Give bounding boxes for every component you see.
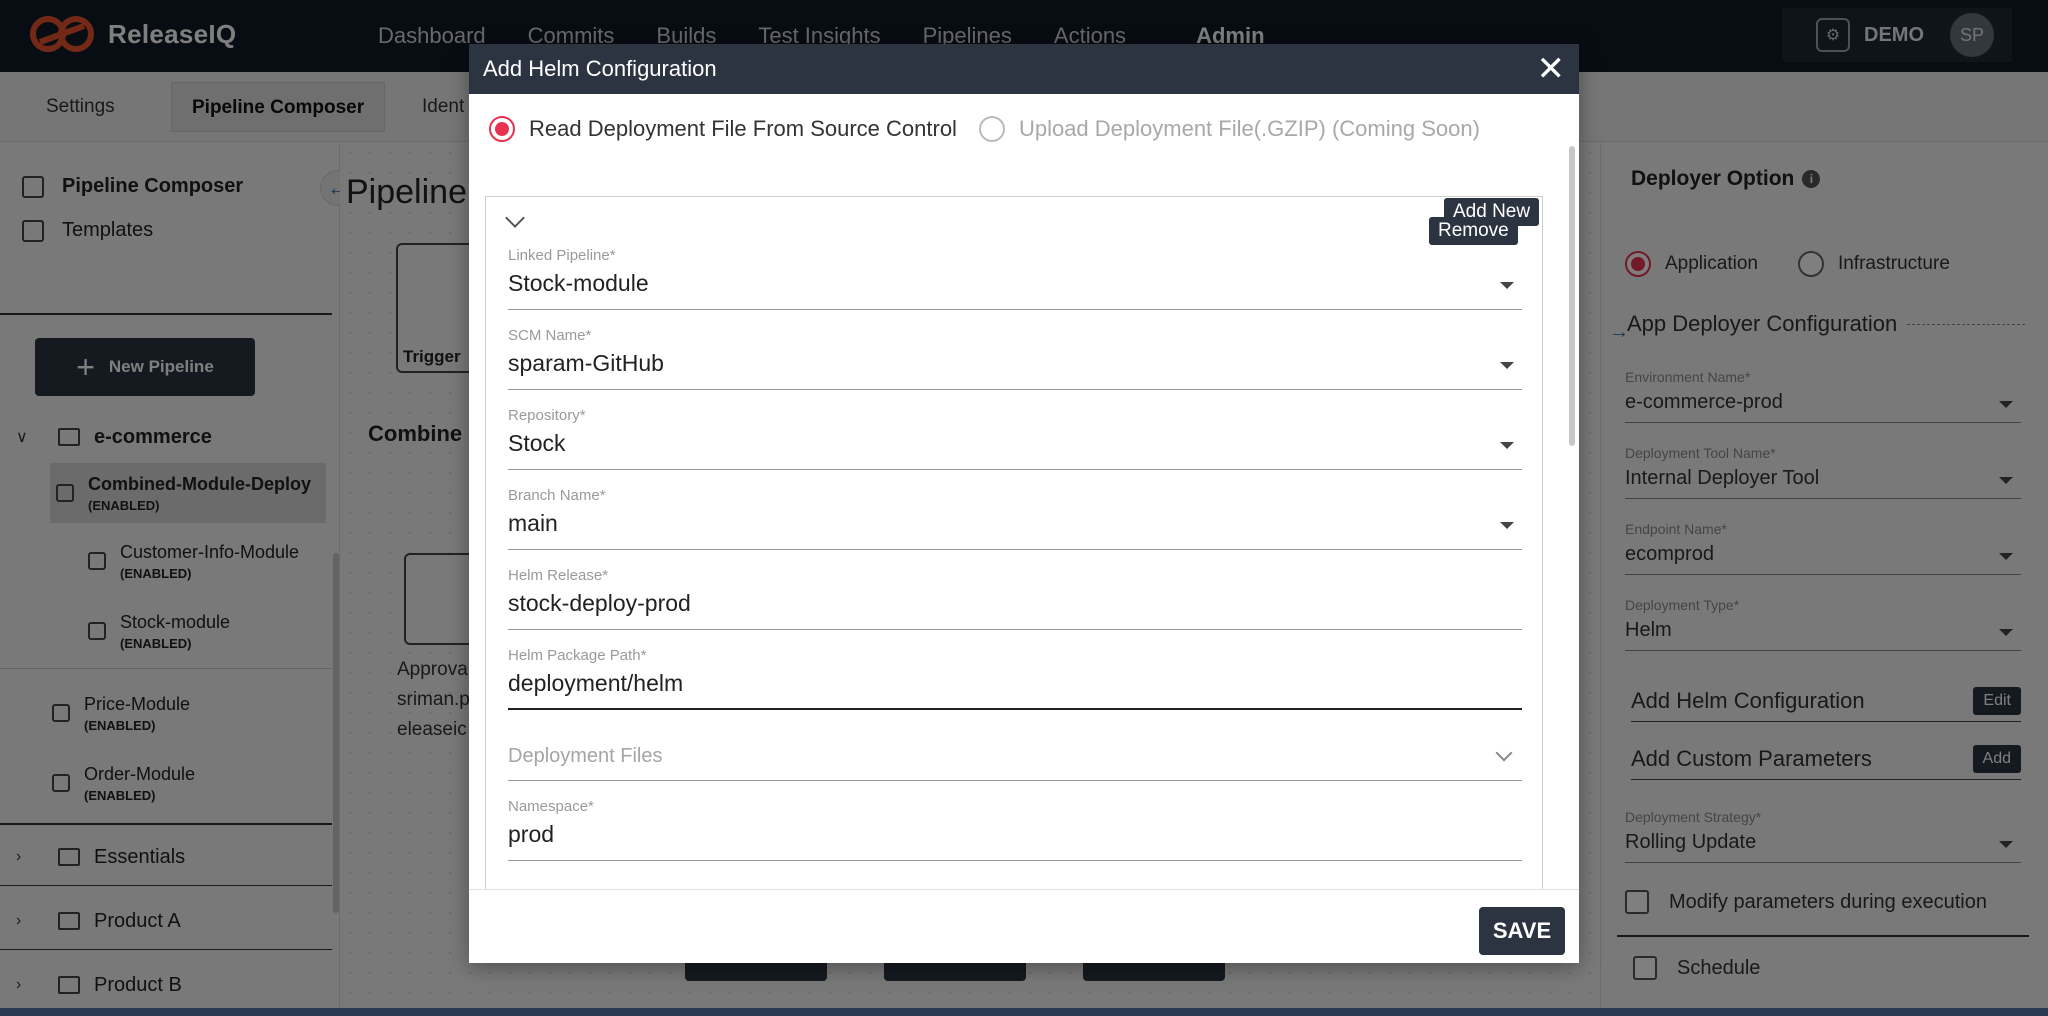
field-value: Deployment Files bbox=[508, 741, 1522, 781]
placeholder-text: Deployment Files bbox=[508, 745, 663, 767]
dialog-title: Add Helm Configuration bbox=[483, 56, 717, 81]
value-text: main bbox=[508, 510, 558, 536]
field-label: Branch Name* bbox=[508, 487, 606, 504]
save-button[interactable]: SAVE bbox=[1479, 907, 1565, 955]
app-root: ReleaseIQ Dashboard Commits Builds Test … bbox=[0, 0, 2048, 1016]
caret-down-icon bbox=[1500, 522, 1514, 529]
helm-config-dialog: Add Helm Configuration ✕ Read Deployment… bbox=[469, 44, 1579, 963]
dialog-body: Read Deployment File From Source Control… bbox=[469, 94, 1579, 889]
field-label: Helm Release* bbox=[508, 567, 609, 584]
source-radio-group: Read Deployment File From Source Control… bbox=[489, 116, 1480, 142]
radio-source-control[interactable] bbox=[489, 116, 515, 142]
close-icon[interactable]: ✕ bbox=[1537, 52, 1566, 86]
field-value: sparam-GitHub bbox=[508, 350, 1522, 390]
field-value: stock-deploy-prod bbox=[508, 590, 1522, 630]
dialog-scrollbar[interactable] bbox=[1569, 146, 1575, 446]
dialog-header: Add Helm Configuration ✕ bbox=[469, 44, 1579, 94]
field-value: deployment/helm bbox=[508, 670, 1522, 710]
field-value: prod bbox=[508, 821, 1522, 861]
field-value: Stock-module bbox=[508, 270, 1522, 310]
helm-release-input[interactable]: Helm Release* stock-deploy-prod bbox=[508, 567, 1522, 630]
value-text: Stock-module bbox=[508, 270, 649, 296]
value-text: deployment/helm bbox=[508, 670, 684, 696]
helm-config-card: Remove Linked Pipeline* Stock-module SCM… bbox=[485, 196, 1543, 889]
namespace-input[interactable]: Namespace* prod bbox=[508, 798, 1522, 861]
branch-select[interactable]: Branch Name* main bbox=[508, 487, 1522, 550]
field-value: Stock bbox=[508, 430, 1522, 470]
caret-down-icon bbox=[1500, 282, 1514, 289]
value-text: stock-deploy-prod bbox=[508, 590, 691, 616]
value-text: prod bbox=[508, 821, 555, 847]
radio-label: Upload Deployment File(.GZIP) (Coming So… bbox=[1018, 116, 1480, 141]
field-label: Repository* bbox=[508, 407, 586, 424]
field-label: SCM Name* bbox=[508, 327, 592, 344]
caret-down-icon bbox=[1500, 442, 1514, 449]
taskbar-strip bbox=[0, 1008, 2048, 1016]
field-value: main bbox=[508, 510, 1522, 550]
remove-button[interactable]: Remove bbox=[1429, 217, 1518, 245]
scm-name-select[interactable]: SCM Name* sparam-GitHub bbox=[508, 327, 1522, 390]
helm-package-path-input[interactable]: Helm Package Path* deployment/helm bbox=[508, 647, 1522, 710]
caret-down-icon bbox=[1500, 362, 1514, 369]
radio-label: Read Deployment File From Source Control bbox=[529, 116, 957, 141]
upload-option: Upload Deployment File(.GZIP) (Coming So… bbox=[978, 116, 1480, 142]
chevron-down-icon[interactable] bbox=[505, 208, 525, 228]
field-label: Linked Pipeline* bbox=[508, 247, 616, 264]
dialog-footer: SAVE bbox=[469, 889, 1579, 963]
repository-select[interactable]: Repository* Stock bbox=[508, 407, 1522, 470]
value-text: Stock bbox=[508, 430, 566, 456]
chevron-down-icon bbox=[1495, 744, 1513, 762]
linked-pipeline-select[interactable]: Linked Pipeline* Stock-module bbox=[508, 247, 1522, 310]
deployment-files-select[interactable]: Deployment Files bbox=[508, 735, 1522, 781]
field-label: Helm Package Path* bbox=[508, 647, 647, 664]
field-label: Namespace* bbox=[508, 798, 594, 815]
value-text: sparam-GitHub bbox=[508, 350, 664, 376]
radio-upload-file bbox=[978, 116, 1005, 142]
